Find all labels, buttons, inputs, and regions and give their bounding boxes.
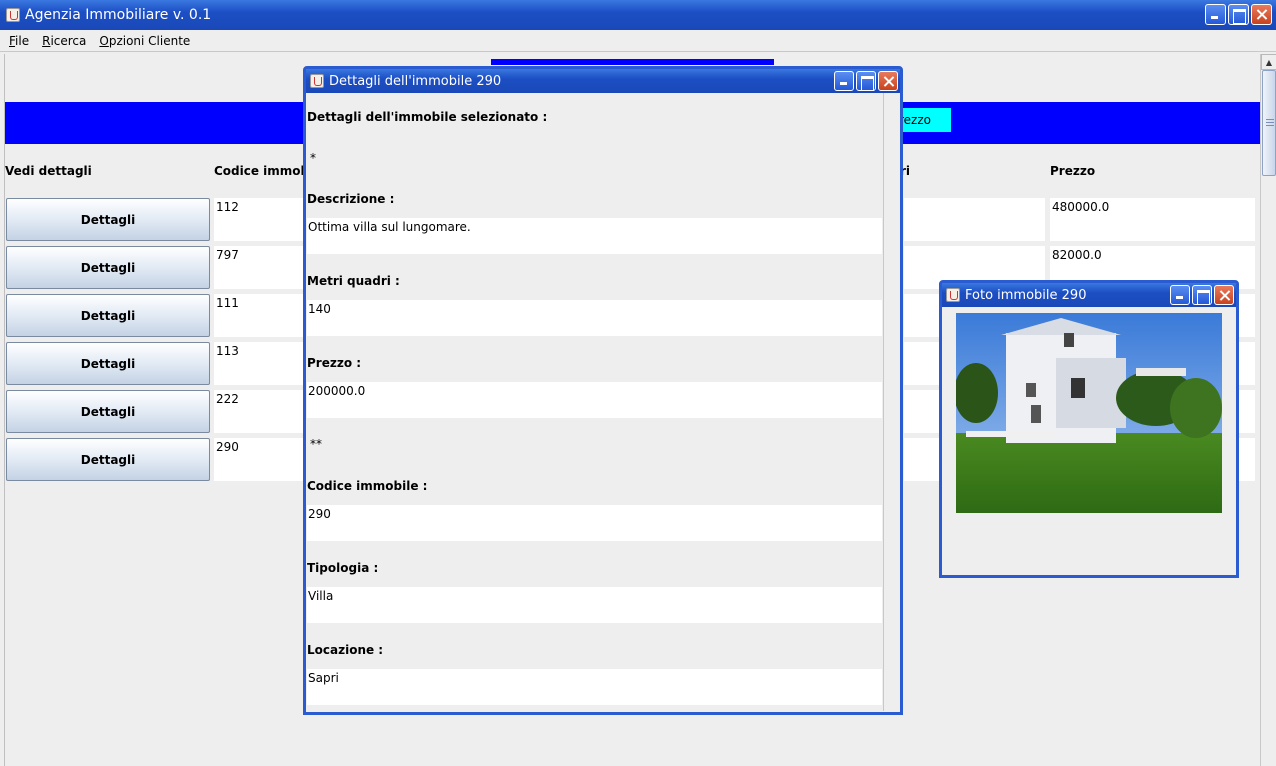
table-cell-price — [1238, 342, 1255, 385]
metri-quadri-value: 140 — [307, 300, 882, 336]
dettagli-button[interactable]: Dettagli — [6, 294, 210, 337]
table-cell-code: 797 — [214, 246, 306, 289]
dettagli-button[interactable]: Dettagli — [6, 342, 210, 385]
main-scrollbar[interactable]: ▲ — [1260, 54, 1276, 766]
menu-ricerca[interactable]: Ricerca — [42, 34, 86, 48]
house-photo — [956, 313, 1222, 513]
details-heading: Dettagli dell'immobile selezionato : — [307, 110, 548, 124]
separator-star: * — [310, 151, 316, 165]
scroll-thumb[interactable] — [1262, 70, 1276, 176]
details-scrollbar[interactable]: ▲ ▼ — [883, 93, 884, 711]
scroll-up-icon[interactable]: ▲ — [1261, 54, 1276, 70]
locazione-label: Locazione : — [307, 643, 384, 657]
table-cell-code: 111 — [214, 294, 306, 337]
minimize-icon[interactable] — [1205, 4, 1226, 25]
java-app-icon — [6, 8, 20, 22]
table-cell-code: 113 — [214, 342, 306, 385]
tipologia-label: Tipologia : — [307, 561, 379, 575]
header-prezzo: Prezzo — [1050, 164, 1096, 178]
dettagli-button[interactable]: Dettagli — [6, 438, 210, 481]
dettagli-button[interactable]: Dettagli — [6, 198, 210, 241]
maximize-icon[interactable] — [1228, 4, 1249, 25]
codice-immobile-value: 290 — [307, 505, 882, 541]
separator-double-star: ** — [310, 437, 322, 451]
table-cell-price — [1238, 294, 1255, 337]
close-icon[interactable] — [1251, 4, 1272, 25]
table-cell-price — [1238, 438, 1255, 481]
prezzo-value: 200000.0 — [307, 382, 882, 418]
main-window: Agenzia Immobiliare v. 0.1 File Ricerca … — [0, 0, 1276, 766]
table-cell — [904, 438, 940, 481]
main-titlebar[interactable]: Agenzia Immobiliare v. 0.1 — [0, 0, 1276, 30]
menu-opzioni-cliente[interactable]: Opzioni Cliente — [99, 34, 190, 48]
table-cell-code: 222 — [214, 390, 306, 433]
prezzo-label: Prezzo : — [307, 356, 362, 370]
header-vedi-dettagli: Vedi dettagli — [5, 164, 92, 178]
details-title: Dettagli dell'immobile 290 — [329, 73, 502, 89]
descrizione-value: Ottima villa sul lungomare. — [307, 218, 882, 254]
table-cell — [904, 342, 940, 385]
maximize-icon[interactable] — [1192, 285, 1212, 305]
minimize-icon[interactable] — [1170, 285, 1190, 305]
java-app-icon — [946, 288, 960, 302]
metri-quadri-label: Metri quadri : — [307, 274, 400, 288]
menu-bar: File Ricerca Opzioni Cliente — [0, 30, 1276, 52]
blue-strip — [491, 59, 774, 65]
tipologia-value: Villa — [307, 587, 882, 623]
table-cell-code: 290 — [214, 438, 306, 481]
photo-titlebar[interactable]: Foto immobile 290 — [942, 283, 1236, 307]
table-cell-price — [1238, 390, 1255, 433]
dettagli-button[interactable]: Dettagli — [6, 390, 210, 433]
dettagli-button[interactable]: Dettagli — [6, 246, 210, 289]
details-window: Dettagli dell'immobile 290 Dettagli dell… — [303, 66, 903, 715]
java-app-icon — [310, 74, 324, 88]
photo-panel — [942, 307, 1234, 577]
table-cell — [904, 198, 1045, 241]
menu-file[interactable]: File — [9, 34, 29, 48]
details-titlebar[interactable]: Dettagli dell'immobile 290 — [306, 69, 900, 93]
maximize-icon[interactable] — [856, 71, 876, 91]
codice-immobile-label: Codice immobile : — [307, 479, 428, 493]
photo-title: Foto immobile 290 — [965, 287, 1087, 303]
window-title: Agenzia Immobiliare v. 0.1 — [25, 7, 212, 23]
table-cell — [904, 390, 940, 433]
table-cell-price: 480000.0 — [1050, 198, 1255, 241]
descrizione-label: Descrizione : — [307, 192, 395, 206]
close-icon[interactable] — [878, 71, 898, 91]
table-cell-code: 112 — [214, 198, 306, 241]
minimize-icon[interactable] — [834, 71, 854, 91]
table-cell — [904, 294, 940, 337]
close-icon[interactable] — [1214, 285, 1234, 305]
photo-window: Foto immobile 290 — [939, 280, 1239, 578]
locazione-value: Sapri — [307, 669, 882, 705]
details-panel: Dettagli dell'immobile selezionato : * D… — [306, 93, 884, 711]
